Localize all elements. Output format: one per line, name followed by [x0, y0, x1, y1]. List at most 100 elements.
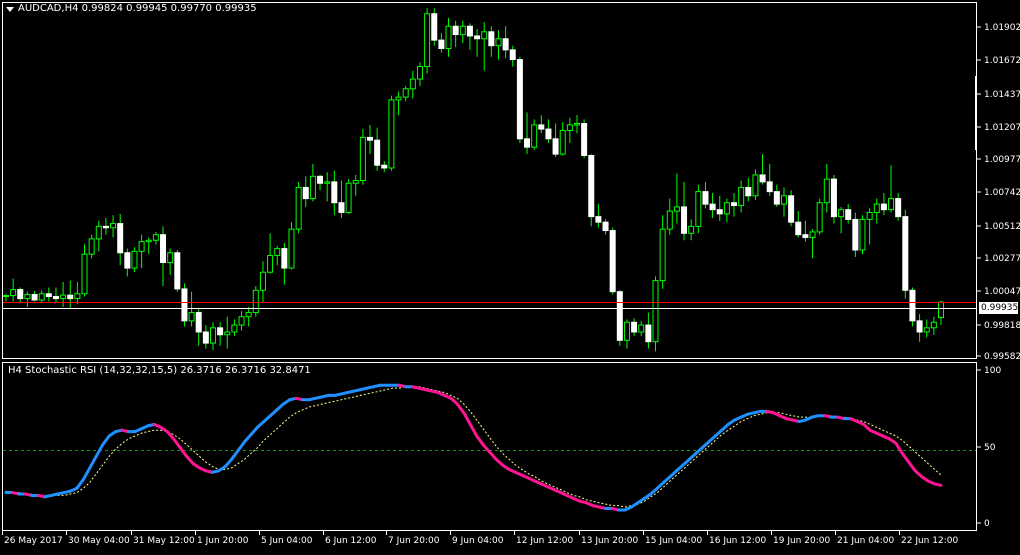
- main-chart-header: AUDCAD,H4 0.99824 0.99945 0.99770 0.9993…: [18, 3, 257, 14]
- candle: [459, 20, 466, 43]
- candle: [195, 308, 202, 346]
- candle-body: [238, 316, 245, 326]
- candle-body: [559, 129, 566, 155]
- candle-body: [716, 209, 723, 215]
- candle-body: [67, 294, 74, 300]
- candle: [645, 312, 652, 349]
- candle-body: [24, 293, 31, 300]
- candle-body: [573, 123, 580, 126]
- candle: [416, 62, 423, 86]
- candle-body: [60, 294, 67, 300]
- candle-body: [845, 209, 852, 220]
- stoch-signal-line: [5, 386, 942, 508]
- candle-body: [673, 206, 680, 212]
- candle: [395, 91, 402, 116]
- candle: [74, 281, 81, 305]
- candle: [802, 220, 809, 242]
- candle-body: [780, 195, 787, 205]
- candle: [566, 117, 573, 143]
- candle: [752, 169, 759, 200]
- candle-body: [538, 124, 545, 130]
- candle-body: [566, 124, 573, 131]
- candle-body: [681, 206, 688, 234]
- candle: [81, 244, 88, 297]
- stoch-falling-segment: [933, 482, 943, 487]
- time-label: 9 Jun 04:00: [452, 536, 504, 546]
- candle: [723, 198, 730, 223]
- candle: [188, 291, 195, 327]
- candle-body: [859, 218, 866, 251]
- candle: [559, 122, 566, 156]
- candle-body: [545, 128, 552, 140]
- candle-body: [773, 191, 780, 205]
- candle-body: [723, 202, 730, 215]
- candle: [288, 222, 295, 270]
- candle: [245, 306, 252, 327]
- current-price-tag: 0.99935: [979, 302, 1019, 314]
- time-label: 1 Jun 20:00: [197, 536, 249, 546]
- candle-body: [802, 234, 809, 238]
- candle: [88, 234, 95, 259]
- candle-body: [424, 13, 431, 68]
- candle-body: [788, 195, 795, 223]
- time-label: 7 Jun 20:00: [388, 536, 440, 546]
- candle-body: [110, 223, 117, 229]
- chart-canvas[interactable]: 1.01902 1.01672 1.01437 1.01207 1.00977 1.007…: [0, 0, 1020, 551]
- candle-body: [309, 175, 316, 200]
- candle: [67, 280, 74, 309]
- candle-body: [195, 312, 202, 333]
- candle-body: [345, 182, 352, 213]
- candle-body: [3, 295, 9, 298]
- candle-body: [45, 293, 52, 298]
- candle: [374, 127, 381, 171]
- time-label: 15 Jun 04:00: [645, 536, 702, 546]
- candle-body: [688, 225, 695, 234]
- candle: [716, 195, 723, 221]
- candle: [652, 276, 659, 352]
- candle: [709, 193, 716, 219]
- candle-body: [809, 231, 816, 238]
- candle: [152, 231, 159, 245]
- candle-body: [252, 289, 259, 314]
- candle-body: [74, 293, 81, 300]
- candle: [224, 316, 231, 349]
- candle-body: [509, 49, 516, 61]
- candle-body: [609, 230, 616, 293]
- stoch-rising-segment: [236, 440, 247, 452]
- candle: [659, 215, 666, 289]
- candle-body: [117, 223, 124, 254]
- candle: [838, 206, 845, 234]
- price-axis: 1.01902 1.01672 1.01437 1.01207 1.00977 1.007…: [977, 23, 1020, 529]
- candle-body: [552, 138, 559, 155]
- candle-body: [431, 13, 438, 41]
- candle: [545, 119, 552, 143]
- stoch-falling-segment: [462, 411, 472, 426]
- candle: [773, 184, 780, 207]
- candle: [852, 212, 859, 257]
- candle-body: [17, 289, 24, 300]
- candle: [531, 119, 538, 150]
- candle-body: [124, 252, 131, 269]
- candle-body: [10, 289, 17, 297]
- candle-body: [152, 234, 159, 241]
- candle-body: [52, 296, 59, 300]
- candle-body: [488, 31, 495, 47]
- stoch-rising-segment: [81, 466, 92, 481]
- candle: [24, 291, 31, 307]
- candle-body: [638, 324, 645, 333]
- candle-body: [31, 293, 38, 301]
- candle-body: [445, 25, 452, 49]
- candle: [538, 115, 545, 134]
- candle: [502, 26, 509, 59]
- candle: [252, 286, 259, 317]
- candle-body: [295, 186, 302, 230]
- candle-body: [288, 228, 295, 269]
- candle: [888, 165, 895, 213]
- candle: [474, 29, 481, 57]
- chart-menu-arrow-icon[interactable]: [6, 7, 14, 12]
- candle: [688, 219, 695, 241]
- candle: [816, 198, 823, 235]
- candle-body: [623, 321, 630, 341]
- candle-body: [395, 96, 402, 101]
- candle: [823, 163, 830, 213]
